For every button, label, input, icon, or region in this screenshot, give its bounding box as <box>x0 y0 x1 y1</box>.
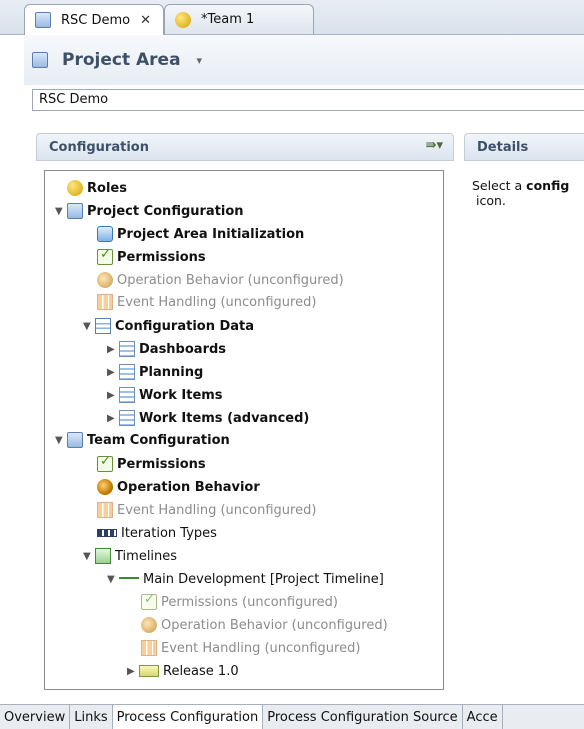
project-name-field[interactable]: RSC Demo <box>32 89 584 111</box>
expanded-arrow-icon[interactable]: ▼ <box>55 206 67 217</box>
details-text: Select a config icon. <box>472 178 570 208</box>
tab-overview[interactable]: Overview <box>0 705 71 729</box>
team-area-icon <box>175 11 191 28</box>
tree-item-iteration-types[interactable]: Iteration Types <box>97 522 217 544</box>
configuration-data-icon <box>95 318 111 334</box>
editor-tab-bar: RSC Demo ✕ *Team 1 <box>0 0 584 35</box>
tree-item-team-permissions[interactable]: Permissions <box>97 453 206 475</box>
tree-item-team-operation-behavior[interactable]: Operation Behavior <box>97 476 260 498</box>
collapsed-arrow-icon[interactable]: ▶ <box>107 390 119 401</box>
tab-label: *Team 1 <box>201 12 255 27</box>
timeline-icon <box>119 577 139 587</box>
tree-item-dashboards[interactable]: ▶ Dashboards <box>107 338 226 360</box>
tree-item-configuration-data[interactable]: ▼ Configuration Data <box>83 315 254 337</box>
tree-item-project-area-initialization[interactable]: Project Area Initialization <box>97 223 304 245</box>
tree-item-work-items-advanced[interactable]: ▶ Work Items (advanced) <box>107 407 309 429</box>
collapsed-arrow-icon[interactable]: ▶ <box>107 367 119 378</box>
timelines-icon <box>95 548 111 564</box>
tab-access[interactable]: Acce <box>463 705 503 729</box>
event-handling-icon <box>141 640 157 656</box>
project-area-icon <box>32 52 48 68</box>
collapsed-arrow-icon[interactable]: ▶ <box>107 344 119 355</box>
tree-item-team-event-handling[interactable]: Event Handling (unconfigured) <box>97 499 316 521</box>
tree-item-main-development[interactable]: ▼ Main Development [Project Timeline] <box>107 568 384 590</box>
tree-item-permissions[interactable]: Permissions <box>97 246 206 268</box>
editor-page-tabs: Overview Links Process Configuration Pro… <box>0 704 584 729</box>
chevron-down-icon[interactable]: ▾ <box>197 54 203 67</box>
team-configuration-icon <box>67 432 83 448</box>
permissions-icon <box>97 247 113 265</box>
details-section-header: Details <box>464 133 584 161</box>
editor-header: Project Area ▾ <box>24 35 584 85</box>
roles-icon <box>67 180 83 196</box>
tree-item-planning[interactable]: ▶ Planning <box>107 361 203 383</box>
expanded-arrow-icon[interactable]: ▼ <box>83 321 95 332</box>
configuration-folder-icon <box>67 203 83 219</box>
collapsed-arrow-icon[interactable]: ▶ <box>127 666 139 677</box>
event-handling-icon <box>97 502 113 518</box>
tab-team-1[interactable]: *Team 1 <box>164 4 314 34</box>
event-handling-icon <box>97 294 113 310</box>
config-list-icon <box>119 341 135 357</box>
collapsed-arrow-icon[interactable]: ▶ <box>107 413 119 424</box>
expanded-arrow-icon[interactable]: ▼ <box>83 551 95 562</box>
tab-rsc-demo[interactable]: RSC Demo ✕ <box>24 4 164 35</box>
config-list-icon <box>119 410 135 426</box>
configuration-section-title: Configuration <box>49 139 149 155</box>
release-icon <box>139 665 159 677</box>
configuration-section-header[interactable]: Configuration ⇛▾ <box>36 133 454 161</box>
tree-item-event-handling[interactable]: Event Handling (unconfigured) <box>97 291 316 313</box>
tree-item-project-configuration[interactable]: ▼ Project Configuration <box>55 200 244 222</box>
permissions-icon <box>97 454 113 472</box>
config-list-icon <box>119 387 135 403</box>
tab-process-configuration[interactable]: Process Configuration <box>112 705 264 729</box>
permissions-icon <box>141 592 157 610</box>
tree-item-work-items[interactable]: ▶ Work Items <box>107 384 223 406</box>
iteration-types-icon <box>97 529 117 537</box>
page-title: Project Area <box>62 50 181 70</box>
tree-item-roles[interactable]: Roles <box>67 177 127 199</box>
config-list-icon <box>119 364 135 380</box>
filter-menu-icon[interactable]: ⇛▾ <box>426 138 443 153</box>
close-icon[interactable]: ✕ <box>140 13 151 28</box>
details-section-title: Details <box>477 139 529 155</box>
tab-links[interactable]: Links <box>70 705 113 729</box>
project-area-icon <box>35 12 51 28</box>
tree-item-release[interactable]: ▶ Release 1.0 <box>127 660 239 682</box>
expanded-arrow-icon[interactable]: ▼ <box>107 574 119 585</box>
tab-process-configuration-source[interactable]: Process Configuration Source <box>263 705 463 729</box>
gear-icon <box>97 272 113 288</box>
gear-icon <box>141 617 157 633</box>
expanded-arrow-icon[interactable]: ▼ <box>55 435 67 446</box>
tree-item-timelines[interactable]: ▼ Timelines <box>83 545 177 567</box>
gear-icon <box>97 479 113 495</box>
tree-item-team-configuration[interactable]: ▼ Team Configuration <box>55 429 230 451</box>
tree-item-timeline-operation-behavior[interactable]: Operation Behavior (unconfigured) <box>141 614 388 636</box>
tree-item-timeline-permissions[interactable]: Permissions (unconfigured) <box>141 591 338 613</box>
tab-label: RSC Demo <box>61 12 131 28</box>
configuration-tree[interactable]: Roles ▼ Project Configuration Project Ar… <box>44 170 444 690</box>
tree-item-timeline-event-handling[interactable]: Event Handling (unconfigured) <box>141 637 360 659</box>
tree-item-operation-behavior[interactable]: Operation Behavior (unconfigured) <box>97 269 344 291</box>
initialization-icon <box>97 226 113 242</box>
